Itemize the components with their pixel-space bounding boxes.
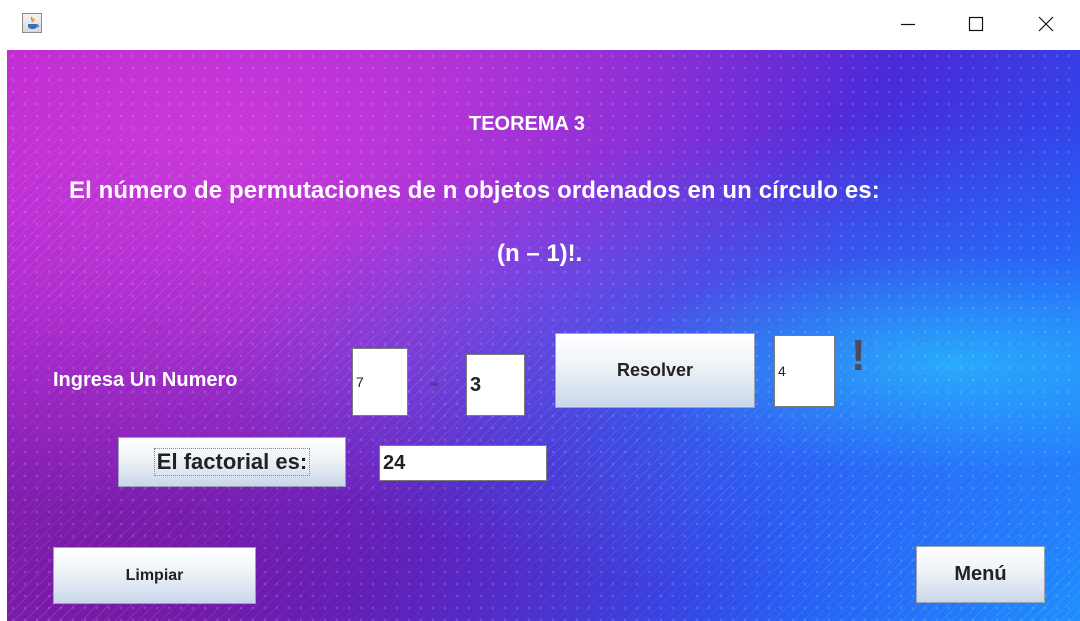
theorem-title: TEOREMA 3 <box>469 113 585 135</box>
separator-dash: - <box>429 366 439 399</box>
app-window: TEOREMA 3 El número de permutaciones de … <box>0 0 1080 621</box>
maximize-icon <box>968 16 984 32</box>
close-button[interactable] <box>1014 0 1078 48</box>
menu-button[interactable]: Menú <box>916 546 1045 603</box>
factorial-result-field[interactable] <box>379 445 547 481</box>
theorem-statement: El número de permutaciones de n objetos … <box>69 177 880 204</box>
factorial-label-button[interactable]: El factorial es: <box>118 437 346 487</box>
maximize-button[interactable] <box>944 0 1008 48</box>
java-coffee-cup-icon[interactable] <box>22 13 42 33</box>
theorem-formula: (n – 1)!. <box>497 240 583 267</box>
minimize-button[interactable] <box>876 0 940 48</box>
result-field[interactable] <box>774 335 835 407</box>
title-bar[interactable] <box>0 0 1080 50</box>
solve-button[interactable]: Resolver <box>555 333 755 408</box>
factorial-label-text: El factorial es: <box>153 448 311 476</box>
clear-button[interactable]: Limpiar <box>53 547 256 604</box>
number-prompt-label: Ingresa Un Numero <box>53 369 238 391</box>
factorial-mark: ! <box>851 331 866 380</box>
close-icon <box>1038 16 1054 32</box>
r-input[interactable] <box>466 354 525 416</box>
n-input[interactable] <box>352 348 408 416</box>
content-panel: TEOREMA 3 El número de permutaciones de … <box>7 50 1080 621</box>
minimize-icon <box>901 23 915 26</box>
